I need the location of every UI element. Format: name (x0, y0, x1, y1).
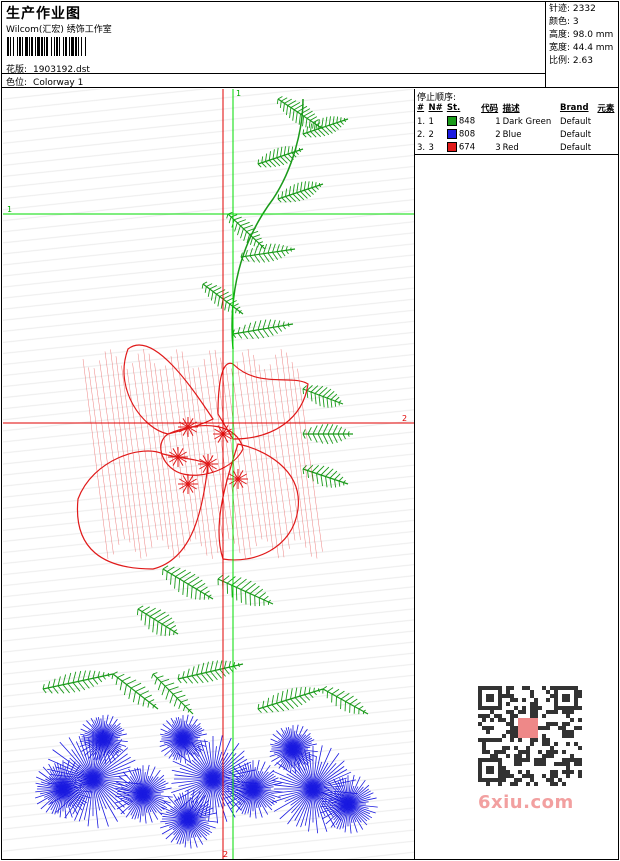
col-n: N# (428, 103, 443, 113)
embroidery-canvas[interactable]: 1 1 2 2 (3, 89, 414, 859)
col-element: 元素 (597, 104, 615, 114)
colorway-line: 色位: Colorway 1 (6, 75, 83, 88)
row-index: 2. (417, 129, 426, 140)
header: 生产作业图 Wilcom(汇宏) 绣饰工作室 花版: 1903192.dst 色位… (1, 1, 619, 88)
row-description: Blue (502, 129, 522, 140)
row-n: 2 (428, 129, 434, 140)
company-name: Wilcom(汇宏) 绣饰工作室 (6, 25, 112, 35)
color-swatch (446, 116, 457, 127)
row-element (596, 115, 618, 128)
row-n: 1 (428, 116, 434, 127)
guide-label-h1: 1 (7, 205, 12, 214)
panel-divider (415, 154, 619, 155)
watermark-text: 6xiu.com (478, 792, 574, 813)
colorway-value: Colorway 1 (33, 78, 84, 88)
row-description: Dark Green (502, 116, 552, 127)
row-brand: Default (559, 142, 592, 153)
design-width: 宽度: 44.4 mm (549, 43, 614, 53)
color-swatch (446, 129, 457, 140)
qr-code (472, 682, 584, 790)
header-divider (1, 73, 546, 74)
row-code: 1 (495, 116, 501, 127)
row-stitches: 808 (446, 128, 480, 141)
color-count: 颜色: 3 (549, 17, 579, 27)
guide-label-v1: 1 (236, 89, 241, 98)
table-row[interactable]: 3. 3 674 3 Red Default (416, 141, 618, 154)
row-brand: Default (559, 116, 592, 127)
color-table-header: # N# St. 代码 描述 Brand 元素 (416, 101, 618, 115)
row-code: 3 (495, 142, 501, 153)
embroidery-design: 1 1 2 2 (3, 89, 414, 859)
colorway-label: 色位: (6, 78, 28, 88)
col-index: # (417, 103, 425, 113)
header-info: 生产作业图 Wilcom(汇宏) 绣饰工作室 花版: 1903192.dst 色位… (1, 1, 546, 88)
row-index: 3. (417, 142, 426, 153)
col-brand: Brand (559, 103, 589, 113)
guide-label-h2: 2 (402, 414, 407, 423)
col-stitches: St. (446, 103, 461, 113)
green-leaves (42, 96, 369, 715)
blue-flowers (35, 714, 378, 849)
row-element (596, 141, 618, 154)
row-brand: Default (559, 129, 592, 140)
guide-label-v2: 2 (223, 850, 228, 859)
page-title: 生产作业图 (6, 6, 81, 22)
row-stitches: 674 (446, 141, 480, 154)
row-stitches: 848 (446, 115, 480, 128)
color-table: # N# St. 代码 描述 Brand 元素 1. 1 848 1 Dark … (416, 101, 618, 154)
red-flower (76, 344, 323, 570)
table-row[interactable]: 1. 1 848 1 Dark Green Default (416, 115, 618, 128)
row-description: Red (502, 142, 519, 153)
row-n: 3 (428, 142, 434, 153)
design-height: 高度: 98.0 mm (549, 30, 614, 40)
col-code: 代码 (481, 104, 499, 114)
table-row[interactable]: 2. 2 808 2 Blue Default (416, 128, 618, 141)
color-swatch (446, 142, 457, 153)
row-code: 2 (495, 129, 501, 140)
row-element (596, 128, 618, 141)
col-description: 描述 (502, 104, 520, 114)
design-ratio: 比例: 2.63 (549, 56, 593, 66)
design-stats: 针迹: 2332 颜色: 3 高度: 98.0 mm 宽度: 44.4 mm 比… (547, 3, 619, 68)
barcode (7, 37, 141, 56)
row-index: 1. (417, 116, 426, 127)
stitch-count: 针迹: 2332 (549, 4, 596, 14)
